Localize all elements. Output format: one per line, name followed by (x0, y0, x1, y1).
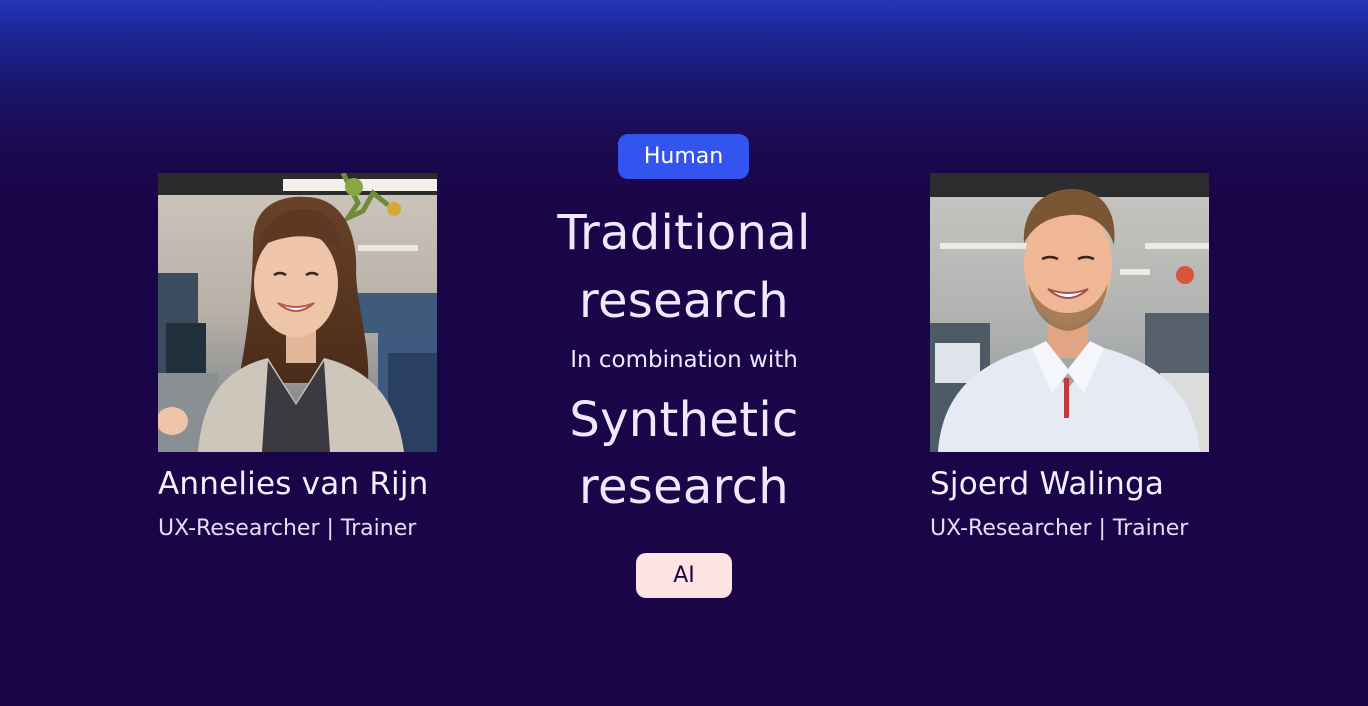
speaker-name-sjoerd: Sjoerd Walinga (930, 466, 1165, 502)
headline-traditional: Traditional (557, 205, 811, 261)
headline-research-2: research (578, 459, 790, 515)
speaker-photo-annelies (158, 173, 437, 452)
speaker-name-annelies: Annelies van Rijn (158, 466, 429, 502)
human-badge: Human (618, 134, 749, 179)
speaker-photo-sjoerd (930, 173, 1209, 452)
ai-badge: AI (636, 553, 732, 598)
headline-connector: In combination with (570, 347, 798, 373)
speaker-role-annelies: UX-Researcher | Trainer (158, 516, 417, 541)
headline-synthetic: Synthetic (569, 392, 799, 448)
speaker-role-sjoerd: UX-Researcher | Trainer (930, 516, 1189, 541)
headline-research-1: research (578, 273, 790, 329)
